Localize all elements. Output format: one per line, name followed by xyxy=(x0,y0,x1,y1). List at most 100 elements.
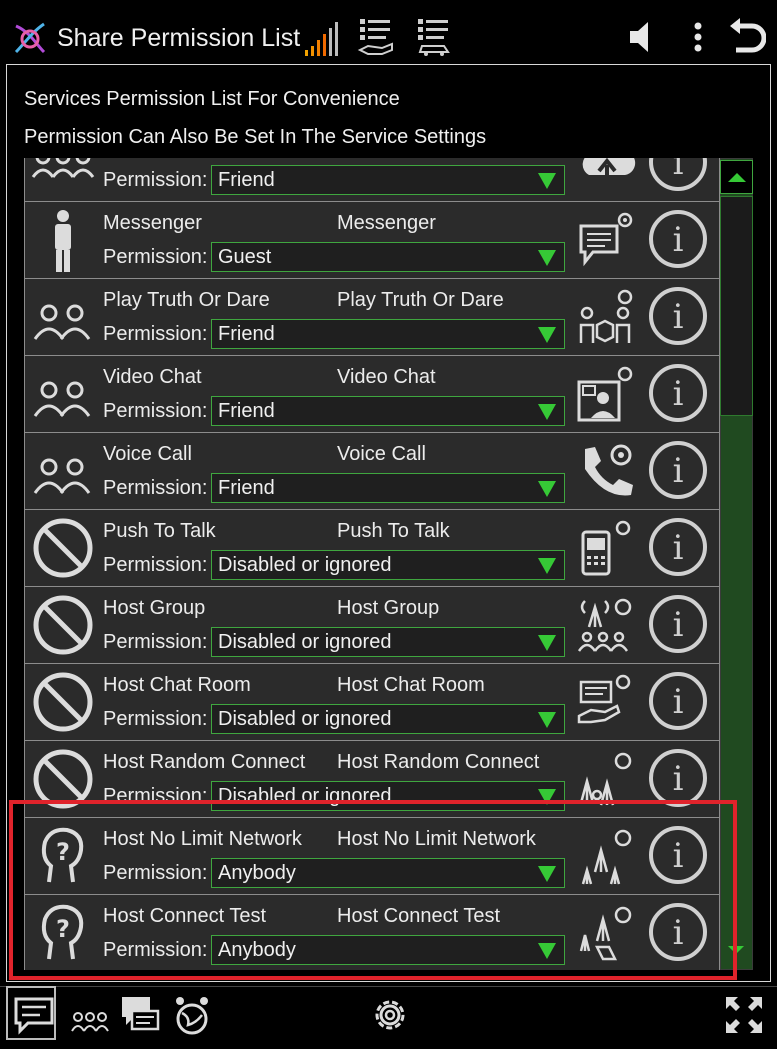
info-button[interactable]: i xyxy=(649,903,707,961)
info-button[interactable]: i xyxy=(649,210,707,268)
info-button[interactable]: i xyxy=(649,672,707,730)
globe-person-icon[interactable] xyxy=(170,993,214,1037)
service-name: Host Connect Test xyxy=(103,905,267,927)
permission-dropdown[interactable]: Disabled or ignored xyxy=(211,627,565,657)
service-name-alt: Host Chat Room xyxy=(337,674,485,696)
info-button[interactable]: i xyxy=(649,441,707,499)
top-bar: Share Permission List xyxy=(0,0,777,64)
permission-label: Permission: xyxy=(103,631,208,653)
messages-icon[interactable] xyxy=(118,993,162,1037)
connect-test-settings-icon xyxy=(579,906,632,961)
permission-dropdown[interactable]: Disabled or ignored xyxy=(211,704,565,734)
disabled-icon xyxy=(33,518,93,578)
info-button[interactable]: i xyxy=(649,287,707,345)
list-share-icon[interactable] xyxy=(356,16,396,58)
list-item: ? Host Connect Test Host Connect Test Pe… xyxy=(24,894,720,970)
host-group-settings-icon xyxy=(577,598,632,652)
permission-dropdown[interactable]: Friend xyxy=(211,165,565,195)
chat-room-settings-icon xyxy=(577,674,631,724)
info-button[interactable]: i xyxy=(649,364,707,422)
walkie-talkie-settings-icon xyxy=(581,520,631,576)
list-car-icon[interactable] xyxy=(414,16,454,58)
group-icon xyxy=(31,158,95,178)
game-settings-icon xyxy=(579,289,633,343)
group-chat-icon[interactable] xyxy=(70,993,114,1037)
disabled-icon xyxy=(33,672,93,732)
permission-dropdown[interactable]: Anybody xyxy=(211,935,565,965)
service-name-alt: Host Random Connect xyxy=(337,751,540,773)
dropdown-arrow-icon xyxy=(538,866,556,882)
scroll-down-button[interactable] xyxy=(724,942,748,960)
service-name-alt: Messenger xyxy=(337,212,436,234)
service-name: Host No Limit Network xyxy=(103,828,302,850)
list-item: Push To Talk Push To Talk Permission: Di… xyxy=(24,509,720,587)
random-connect-settings-icon xyxy=(579,752,632,806)
dropdown-arrow-icon xyxy=(538,558,556,574)
info-button[interactable]: i xyxy=(649,749,707,807)
service-name-alt: Host Connect Test xyxy=(337,905,501,927)
fullscreen-icon[interactable] xyxy=(722,993,766,1037)
group-icon xyxy=(33,304,91,340)
settings-icon[interactable] xyxy=(368,993,412,1037)
list-item: Play Truth Or Dare Play Truth Or Dare Pe… xyxy=(24,278,720,356)
list-item: Voice Call Voice Call Permission: Friend… xyxy=(24,432,720,510)
service-name: Video Chat xyxy=(103,366,202,388)
permission-value: Disabled or ignored xyxy=(218,785,392,807)
person-icon xyxy=(55,210,71,272)
list-item: Host Random Connect Host Random Connect … xyxy=(24,740,720,818)
dropdown-arrow-icon xyxy=(538,173,556,189)
permission-label: Permission: xyxy=(103,708,208,730)
permission-label: Permission: xyxy=(103,323,208,345)
permission-dropdown[interactable]: Anybody xyxy=(211,858,565,888)
permission-dropdown[interactable]: Disabled or ignored xyxy=(211,550,565,580)
app-logo-icon xyxy=(14,22,46,54)
permission-label: Permission: xyxy=(103,400,208,422)
permission-value: Disabled or ignored xyxy=(218,631,392,653)
service-name: Host Chat Room xyxy=(103,674,251,696)
dropdown-arrow-icon xyxy=(538,712,556,728)
list-item: Messenger Messenger Permission: Guest i xyxy=(24,201,720,279)
service-name: Voice Call xyxy=(103,443,192,465)
permission-list[interactable]: Permission: Friend i Messenger Messenger… xyxy=(24,158,720,970)
info-button[interactable]: i xyxy=(649,595,707,653)
info-icon: i xyxy=(672,528,684,568)
info-button[interactable]: i xyxy=(649,518,707,576)
list-item: Host Group Host Group Permission: Disabl… xyxy=(24,586,720,664)
service-name-alt: Video Chat xyxy=(337,366,436,388)
permission-value: Guest xyxy=(218,246,272,268)
info-icon: i xyxy=(672,297,684,337)
more-vert-icon[interactable] xyxy=(678,16,718,58)
permission-label: Permission: xyxy=(103,939,208,961)
permission-label: Permission: xyxy=(103,785,208,807)
info-icon: i xyxy=(672,374,684,414)
svg-text:?: ? xyxy=(56,838,70,866)
network-settings-icon xyxy=(581,829,632,885)
video-chat-settings-icon xyxy=(577,366,633,422)
phone-settings-icon xyxy=(585,444,633,496)
disabled-icon xyxy=(33,749,93,809)
permission-dropdown[interactable]: Guest xyxy=(211,242,565,272)
dropdown-arrow-icon xyxy=(538,943,556,959)
dropdown-arrow-icon xyxy=(538,635,556,651)
permission-dropdown[interactable]: Friend xyxy=(211,396,565,426)
service-name: Push To Talk xyxy=(103,520,216,542)
service-name: Host Group xyxy=(103,597,206,619)
permission-value: Friend xyxy=(218,477,275,499)
volume-icon[interactable] xyxy=(622,16,662,58)
info-icon: i xyxy=(672,605,684,645)
back-icon[interactable] xyxy=(726,16,766,58)
permission-value: Disabled or ignored xyxy=(218,708,392,730)
permission-value: Friend xyxy=(218,169,275,191)
permission-dropdown[interactable]: Disabled or ignored xyxy=(211,781,565,811)
permission-dropdown[interactable]: Friend xyxy=(211,319,565,349)
signal-strength-icon xyxy=(305,22,338,56)
info-icon: i xyxy=(672,220,684,260)
permission-dropdown[interactable]: Friend xyxy=(211,473,565,503)
scrollbar-thumb[interactable] xyxy=(720,196,753,416)
scroll-up-button[interactable] xyxy=(720,160,753,194)
info-icon: i xyxy=(672,759,684,799)
info-button[interactable]: i xyxy=(649,826,707,884)
info-button[interactable]: i xyxy=(649,158,707,191)
permission-value: Anybody xyxy=(218,862,296,884)
list-item: ? Host No Limit Network Host No Limit Ne… xyxy=(24,817,720,895)
